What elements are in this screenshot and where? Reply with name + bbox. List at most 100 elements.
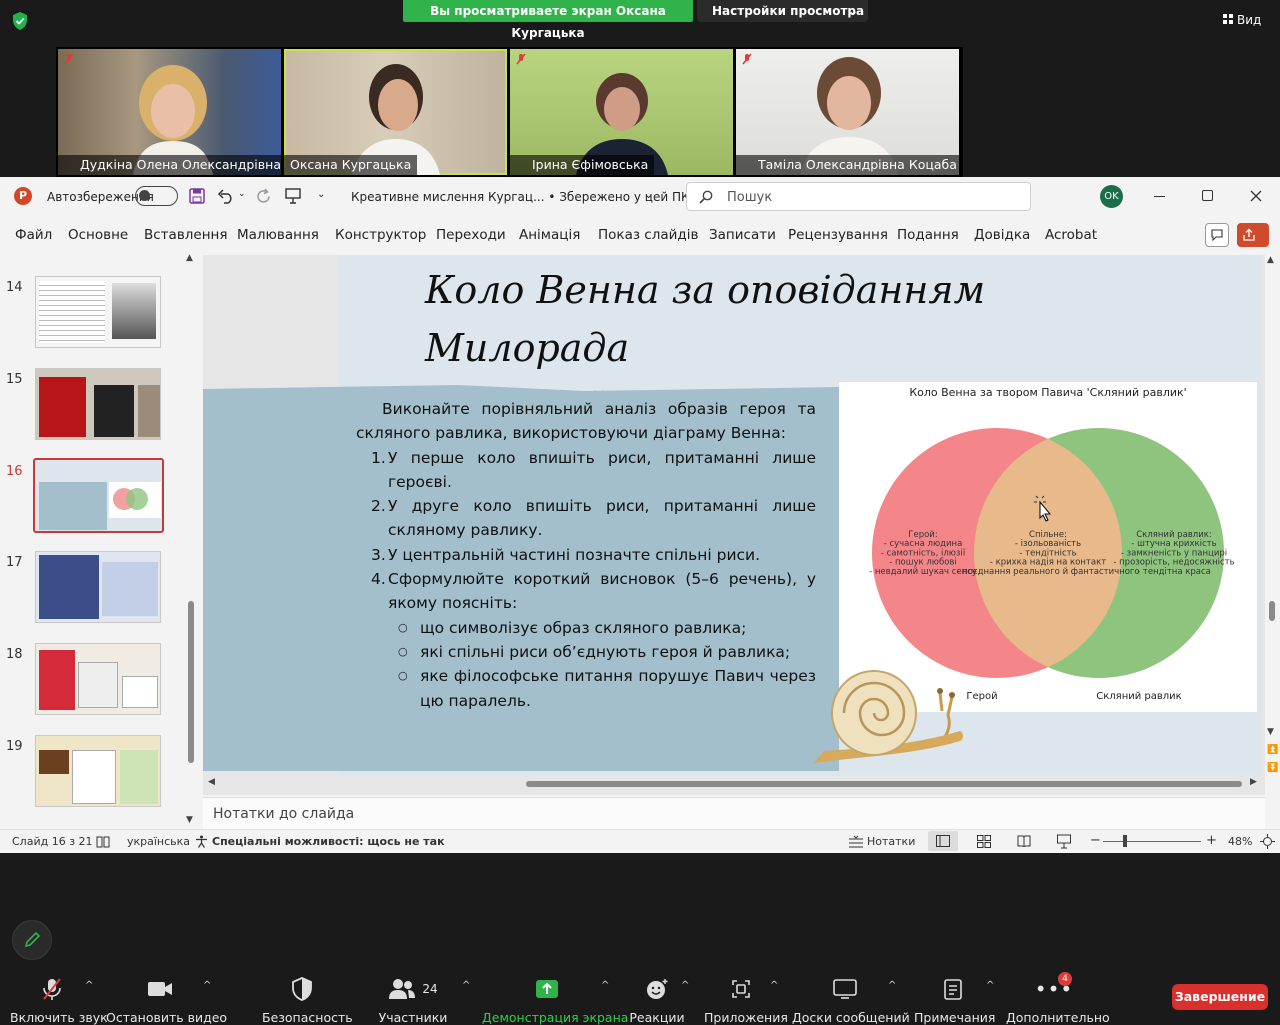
zoom-in-button[interactable]: + xyxy=(1206,833,1217,848)
slideshow-view-icon[interactable] xyxy=(1057,834,1071,849)
document-title[interactable]: Креативне мислення Кургац... • Збережено… xyxy=(351,190,690,204)
user-avatar[interactable]: OK xyxy=(1100,185,1123,208)
venn-chart-svg: Коло Венна за твором Павича 'Скляний рав… xyxy=(869,386,1235,702)
search-box[interactable]: Пошук xyxy=(686,182,1031,211)
set-label-hero: Герой xyxy=(966,691,997,702)
tab-record[interactable]: Записати xyxy=(709,227,776,243)
unmute-button[interactable]: Включить звук xyxy=(10,976,108,1025)
slide-counter[interactable]: Слайд 16 з 21 xyxy=(12,835,93,848)
zoom-slider[interactable] xyxy=(1103,835,1201,847)
security-button[interactable]: Безопасность xyxy=(262,976,353,1025)
view-button[interactable]: Вид xyxy=(1223,10,1273,30)
tab-acrobat[interactable]: Acrobat xyxy=(1045,227,1097,243)
annotate-button[interactable] xyxy=(12,920,52,960)
accessibility-status[interactable]: Спеціальні можливості: щось не так xyxy=(212,835,445,848)
tab-slideshow[interactable]: Показ слайдів xyxy=(598,227,698,243)
scroll-down-icon[interactable]: ▼ xyxy=(186,815,193,825)
tab-view[interactable]: Подання xyxy=(897,227,959,243)
previous-slide-icon[interactable]: ⏫ xyxy=(1267,745,1278,755)
scrollbar-thumb[interactable] xyxy=(1269,601,1275,621)
view-settings-dropdown[interactable]: Настройки просмотра ⌄ xyxy=(697,0,868,22)
fit-to-window-icon[interactable] xyxy=(1260,834,1275,849)
apps-options-caret-icon[interactable]: ^ xyxy=(770,980,778,991)
thumbnail-number: 15 xyxy=(6,372,23,387)
notes-icon xyxy=(849,835,863,848)
tab-help[interactable]: Довідка xyxy=(974,227,1030,243)
close-icon[interactable] xyxy=(1250,190,1262,202)
reading-view-icon[interactable] xyxy=(1017,835,1031,848)
customize-toolbar-chevron-icon[interactable]: ⌄ xyxy=(317,189,325,200)
participants-count: 24 xyxy=(422,982,438,996)
scroll-up-icon[interactable]: ▲ xyxy=(186,253,193,263)
scroll-down-icon[interactable]: ▼ xyxy=(1267,727,1274,737)
step-number: 3. xyxy=(371,545,386,564)
audio-options-caret-icon[interactable]: ^ xyxy=(85,980,93,991)
slide-thumbnail[interactable] xyxy=(35,368,161,440)
undo-icon[interactable] xyxy=(217,188,235,204)
tab-home[interactable]: Основне xyxy=(68,227,128,243)
document-title-chevron-icon[interactable]: ⌄ xyxy=(644,188,653,201)
slide-thumbnail[interactable] xyxy=(35,551,161,623)
apps-button[interactable]: Приложения xyxy=(704,976,788,1025)
tab-animations[interactable]: Анімація xyxy=(519,227,580,243)
slide-thumbnail-selected[interactable] xyxy=(33,458,164,533)
zoom-level[interactable]: 48% xyxy=(1228,835,1252,848)
horizontal-scrollbar-thumb[interactable] xyxy=(526,781,1242,787)
more-button[interactable]: ••• 4 Дополнительно xyxy=(1006,972,1110,1025)
save-icon[interactable] xyxy=(189,188,205,204)
video-options-caret-icon[interactable]: ^ xyxy=(203,980,211,991)
notes-options-caret-icon[interactable]: ^ xyxy=(986,980,994,991)
tab-transitions[interactable]: Переходи xyxy=(436,227,506,243)
slide-thumbnail[interactable] xyxy=(35,643,161,715)
encryption-shield-icon[interactable] xyxy=(10,11,30,31)
powerpoint-window: P Автозбереження ⌄ ⌄ Креативне мислення … xyxy=(0,177,1280,853)
share-screen-button[interactable]: Демонстрация экрана xyxy=(482,976,628,1025)
reactions-button[interactable]: Реакции xyxy=(628,976,686,1025)
tab-insert[interactable]: Вставлення xyxy=(144,227,228,243)
participant-tile[interactable]: Ірина Єфімовська xyxy=(510,49,733,175)
tab-draw[interactable]: Малювання xyxy=(237,227,319,243)
reactions-options-caret-icon[interactable]: ^ xyxy=(681,980,689,991)
spelling-check-icon[interactable] xyxy=(96,835,110,848)
thumbnails-scrollbar[interactable]: ▲ ▼ xyxy=(184,253,198,829)
whiteboards-button[interactable]: Доски сообщений xyxy=(792,976,910,1025)
language-indicator[interactable]: українська xyxy=(127,835,190,848)
scroll-left-icon[interactable]: ◀ xyxy=(208,777,215,787)
horizontal-scrollbar[interactable]: ◀ ▶ xyxy=(203,777,1265,791)
next-slide-icon[interactable]: ⏬ xyxy=(1267,763,1278,773)
participant-tile[interactable]: Таміла Олександрівна Коцаба xyxy=(736,49,959,175)
slide-thumbnail[interactable] xyxy=(35,276,161,348)
editor-vertical-scrollbar[interactable]: ▲ ▼ ⏫ ⏬ xyxy=(1265,255,1279,829)
zoom-out-button[interactable]: − xyxy=(1090,833,1101,848)
participant-tile[interactable]: Дудкіна Олена Олександрівна xyxy=(58,49,281,175)
participant-tile-active[interactable]: Оксана Кургацька xyxy=(284,49,507,175)
scroll-up-icon[interactable]: ▲ xyxy=(1267,255,1274,265)
participants-button[interactable]: 24 Участники xyxy=(378,976,448,1025)
tab-file[interactable]: Файл xyxy=(15,227,52,243)
stop-video-button[interactable]: Остановить видео xyxy=(106,976,227,1025)
present-from-start-icon[interactable] xyxy=(285,187,301,205)
redo-icon[interactable] xyxy=(255,188,272,205)
slide-thumbnail[interactable] xyxy=(35,735,161,807)
autosave-toggle[interactable] xyxy=(135,186,178,206)
undo-dropdown-chevron-icon[interactable]: ⌄ xyxy=(238,189,246,199)
normal-view-button[interactable] xyxy=(928,831,958,851)
share-button[interactable] xyxy=(1237,223,1269,247)
scrollbar-thumb[interactable] xyxy=(188,601,194,763)
restore-icon[interactable] xyxy=(1202,190,1213,201)
share-options-caret-icon[interactable]: ^ xyxy=(601,980,609,991)
slide-sorter-icon[interactable] xyxy=(977,835,991,848)
participant-name: Ірина Єфімовська xyxy=(510,155,655,175)
comments-button[interactable] xyxy=(1205,223,1229,247)
minimize-icon[interactable] xyxy=(1154,196,1165,197)
slide-notes[interactable]: Нотатки до слайда xyxy=(203,797,1265,829)
tab-review[interactable]: Рецензування xyxy=(788,227,888,243)
tab-design[interactable]: Конструктор xyxy=(335,227,426,243)
notes-button[interactable]: Нотатки xyxy=(867,835,915,848)
end-meeting-button[interactable]: Завершение xyxy=(1172,984,1268,1010)
whiteboards-options-caret-icon[interactable]: ^ xyxy=(888,980,896,991)
notes-button[interactable]: Примечания xyxy=(914,976,995,1025)
scroll-right-icon[interactable]: ▶ xyxy=(1250,777,1257,787)
venn-chart[interactable]: Коло Венна за твором Павича 'Скляний рав… xyxy=(839,382,1257,712)
participants-options-caret-icon[interactable]: ^ xyxy=(462,980,470,991)
